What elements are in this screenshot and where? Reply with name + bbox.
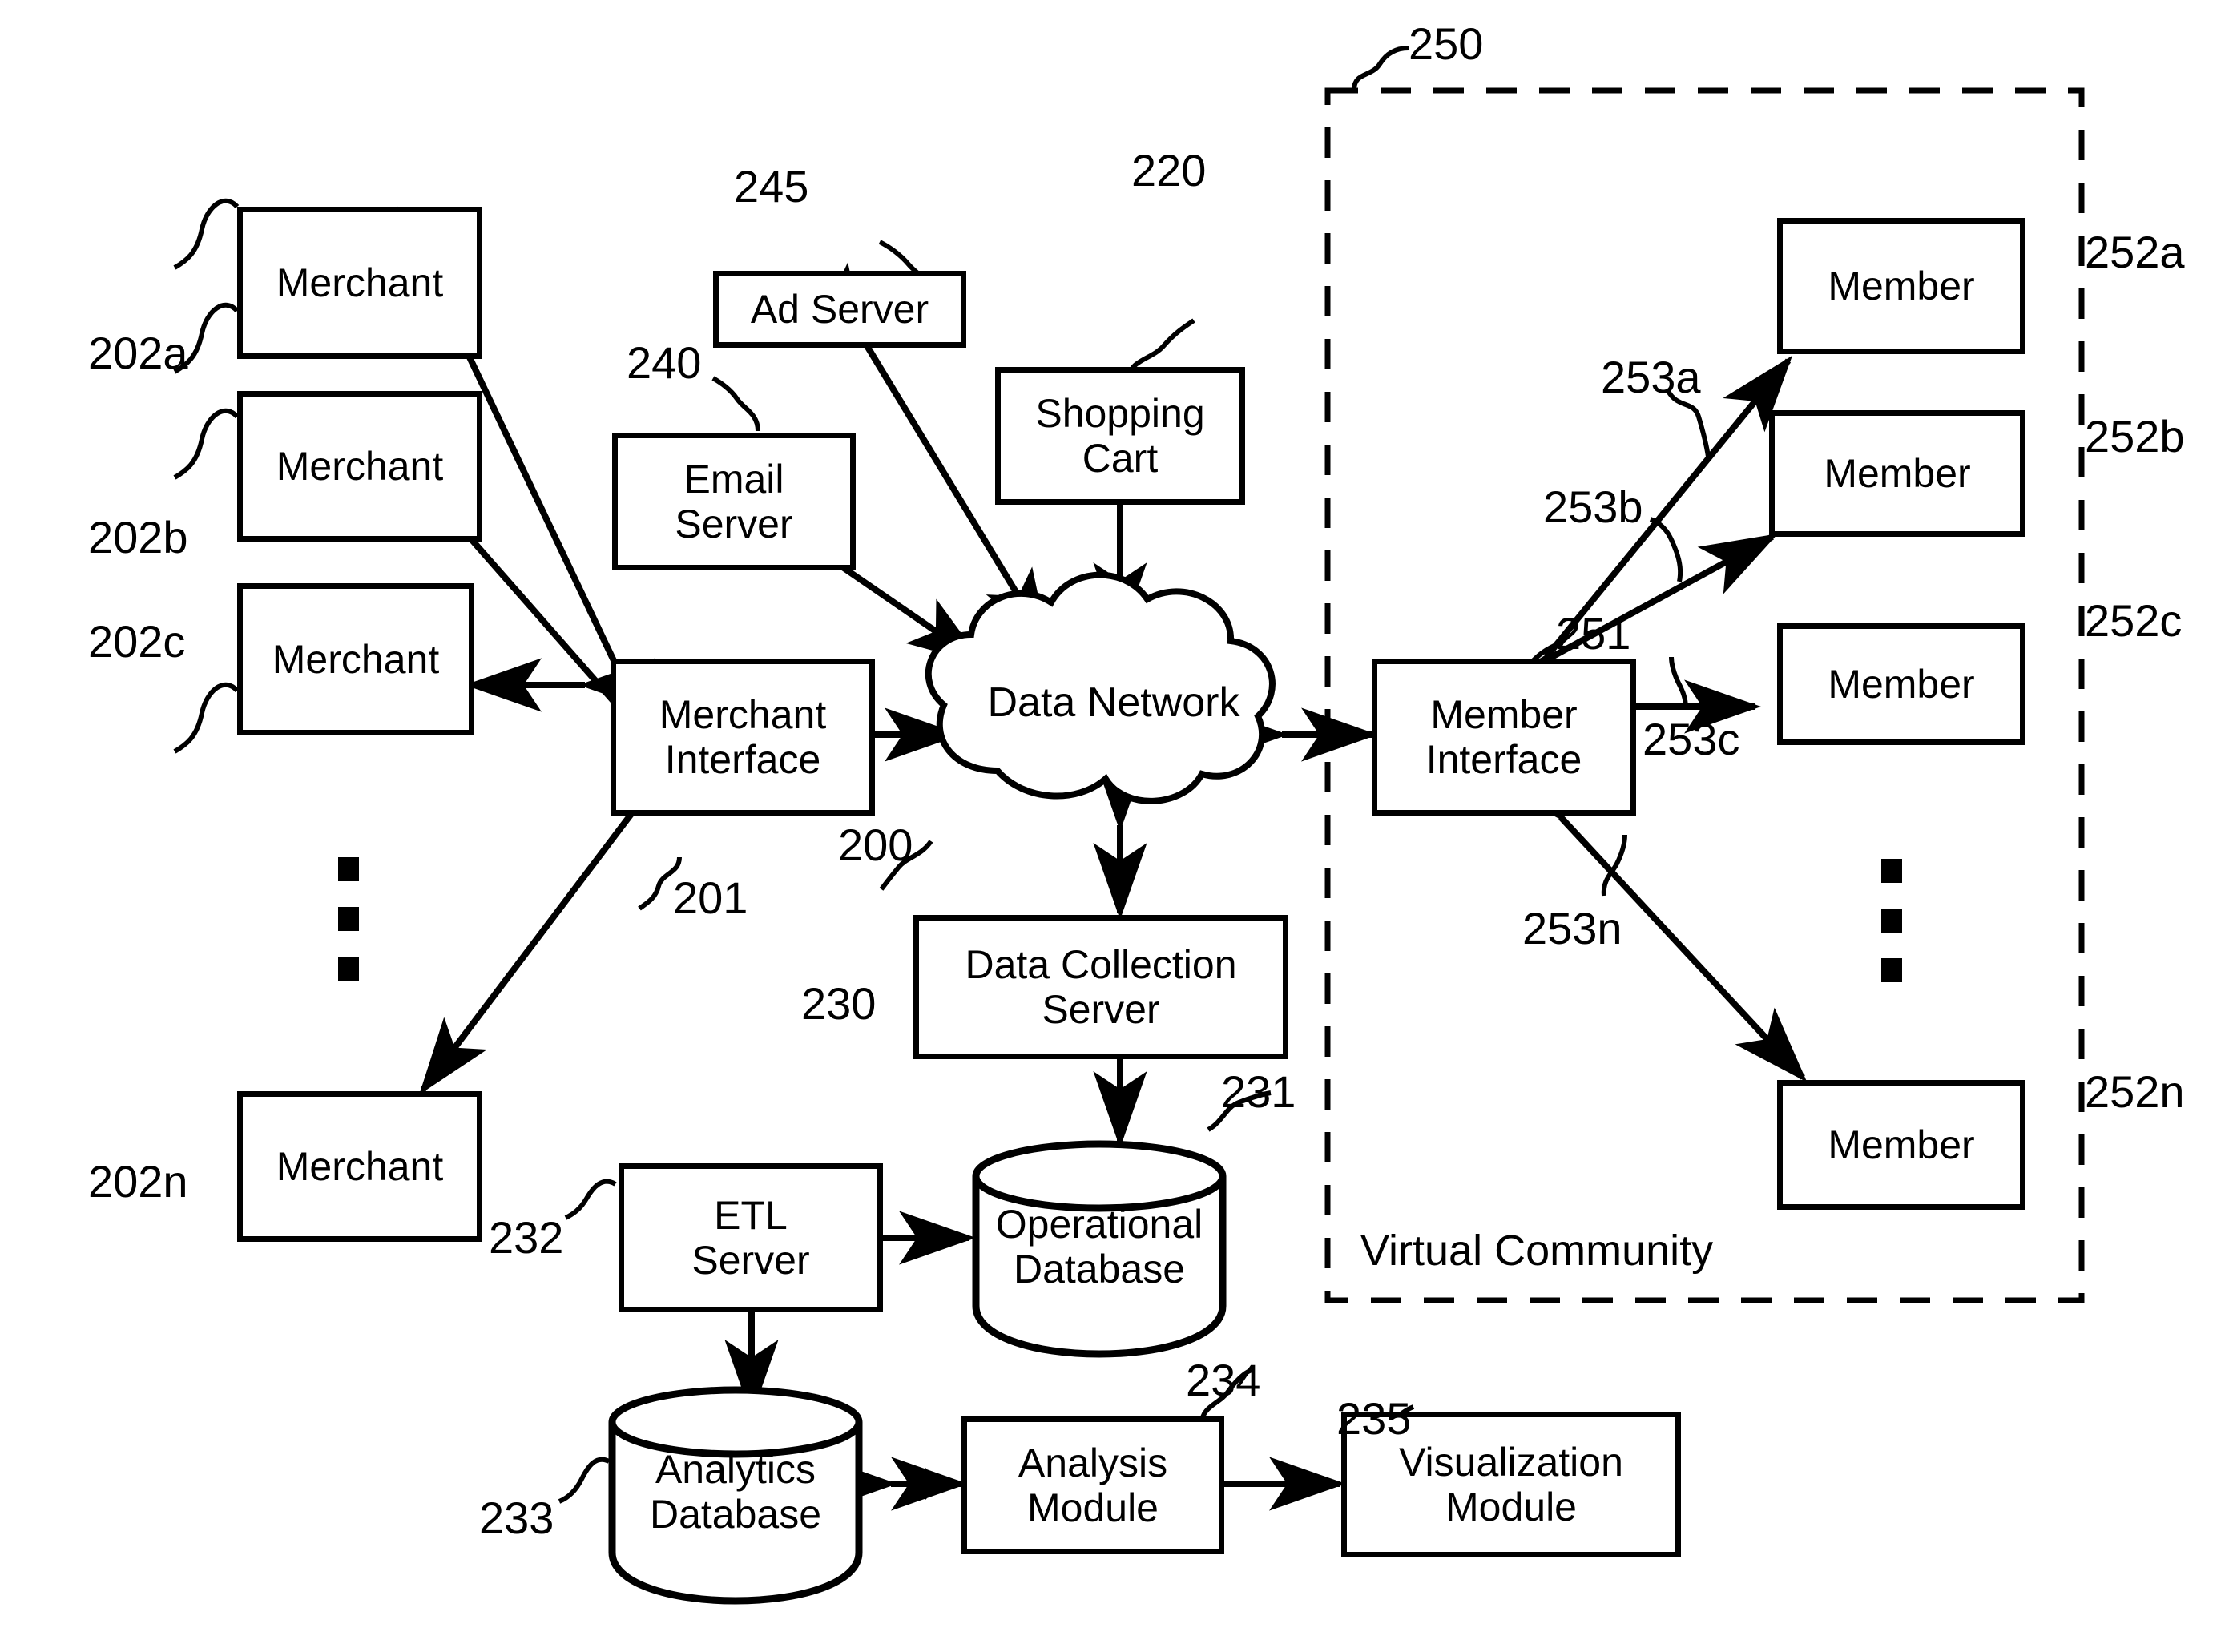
merchants-ellipsis — [338, 857, 359, 1006]
node-member-interface-label-line1: Member — [1430, 692, 1578, 737]
node-member-b-label: Member — [1824, 451, 1971, 496]
node-merchant-c[interactable]: Merchant — [237, 583, 474, 735]
ref-220: 220 — [1131, 145, 1207, 195]
node-email-server-label-line1: Email — [683, 457, 784, 502]
node-merchant-a[interactable]: Merchant — [237, 207, 482, 359]
node-data-network-label-line1: Data — [987, 679, 1076, 726]
ref-234: 234 — [1186, 1355, 1261, 1405]
ref-232: 232 — [489, 1212, 564, 1263]
ref-252c: 252c — [2085, 595, 2183, 646]
ref-202n: 202n — [88, 1156, 188, 1207]
ref-245: 245 — [734, 161, 809, 212]
ref-252b: 252b — [2085, 411, 2185, 461]
node-merchant-b[interactable]: Merchant — [237, 391, 482, 542]
ref-202b: 202b — [88, 512, 188, 562]
node-member-a[interactable]: Member — [1777, 218, 2025, 354]
node-member-b[interactable]: Member — [1769, 410, 2025, 537]
node-member-n-label: Member — [1828, 1122, 1975, 1167]
ref-233: 233 — [479, 1493, 554, 1543]
node-merchant-interface-label-line2: Interface — [664, 737, 821, 782]
node-merchant-n[interactable]: Merchant — [237, 1091, 482, 1242]
ref-250: 250 — [1409, 18, 1484, 69]
ref-200: 200 — [838, 820, 913, 870]
ref-253b: 253b — [1543, 481, 1643, 532]
ellipsis-dot — [338, 957, 359, 981]
ref-252n: 252n — [2085, 1066, 2185, 1117]
diamond-connector — [909, 1468, 941, 1500]
node-member-c[interactable]: Member — [1777, 623, 2025, 745]
virtual-community-caption: Virtual Community — [1360, 1227, 1714, 1275]
node-data-collection-server[interactable]: Data Collection Server — [913, 915, 1288, 1059]
members-ellipsis — [1881, 859, 1902, 1008]
node-merchant-b-label: Merchant — [276, 444, 444, 489]
ref-253c: 253c — [1643, 714, 1740, 764]
node-merchant-interface-label-line1: Merchant — [659, 692, 827, 737]
node-data-collection-server-label-line1: Data Collection — [965, 942, 1237, 987]
analytics-database-shape — [608, 1386, 863, 1605]
ref-202c: 202c — [88, 616, 186, 667]
ref-253n: 253n — [1522, 903, 1622, 953]
ellipsis-dot — [338, 907, 359, 931]
node-data-collection-server-label-line2: Server — [1042, 987, 1160, 1032]
node-etl-server-label-line2: Server — [691, 1238, 810, 1283]
ellipsis-dot — [1881, 859, 1902, 883]
node-ad-server[interactable]: Ad Server — [713, 271, 966, 348]
node-merchant-interface[interactable]: Merchant Interface — [611, 659, 875, 816]
ref-252a: 252a — [2085, 227, 2185, 277]
node-visualization-module-label-line2: Module — [1445, 1485, 1577, 1529]
ref-202a: 202a — [88, 328, 188, 378]
node-analysis-module-label-line2: Module — [1027, 1485, 1159, 1530]
node-etl-server-label-line1: ETL — [714, 1193, 788, 1238]
node-email-server-label-line2: Server — [675, 502, 793, 546]
node-visualization-module-label-line1: Visualization — [1399, 1440, 1623, 1485]
node-shopping-cart-label-line2: Cart — [1082, 436, 1159, 481]
node-etl-server[interactable]: ETL Server — [619, 1163, 883, 1312]
node-member-interface[interactable]: Member Interface — [1372, 659, 1636, 816]
operational-database-shape — [972, 1140, 1227, 1358]
ref-251: 251 — [1556, 608, 1631, 659]
ref-201: 201 — [673, 872, 748, 923]
node-member-n[interactable]: Member — [1777, 1080, 2025, 1210]
node-merchant-c-label: Merchant — [272, 637, 440, 682]
node-email-server[interactable]: Email Server — [612, 433, 856, 570]
node-analysis-module[interactable]: Analysis Module — [961, 1416, 1224, 1554]
node-analysis-module-label-line1: Analysis — [1018, 1440, 1168, 1485]
ref-235: 235 — [1336, 1393, 1412, 1444]
node-shopping-cart[interactable]: Shopping Cart — [995, 367, 1245, 505]
node-data-network-label: Data Network — [953, 679, 1274, 727]
ellipsis-dot — [338, 857, 359, 881]
node-member-a-label: Member — [1828, 264, 1975, 308]
ellipsis-dot — [1881, 958, 1902, 982]
ref-230: 230 — [801, 978, 877, 1029]
ref-240: 240 — [627, 337, 702, 388]
node-data-network-label-line2: Network — [1086, 679, 1240, 726]
node-member-interface-label-line2: Interface — [1425, 737, 1582, 782]
node-merchant-a-label: Merchant — [276, 260, 444, 305]
ref-253a: 253a — [1601, 352, 1701, 402]
node-merchant-n-label: Merchant — [276, 1144, 444, 1189]
patent-figure-canvas: Merchant Merchant Merchant Merchant Merc… — [0, 0, 2229, 1652]
node-shopping-cart-label-line1: Shopping — [1035, 391, 1205, 436]
ellipsis-dot — [1881, 909, 1902, 933]
node-ad-server-label: Ad Server — [750, 287, 929, 332]
node-member-c-label: Member — [1828, 662, 1975, 707]
ref-231: 231 — [1221, 1066, 1296, 1117]
